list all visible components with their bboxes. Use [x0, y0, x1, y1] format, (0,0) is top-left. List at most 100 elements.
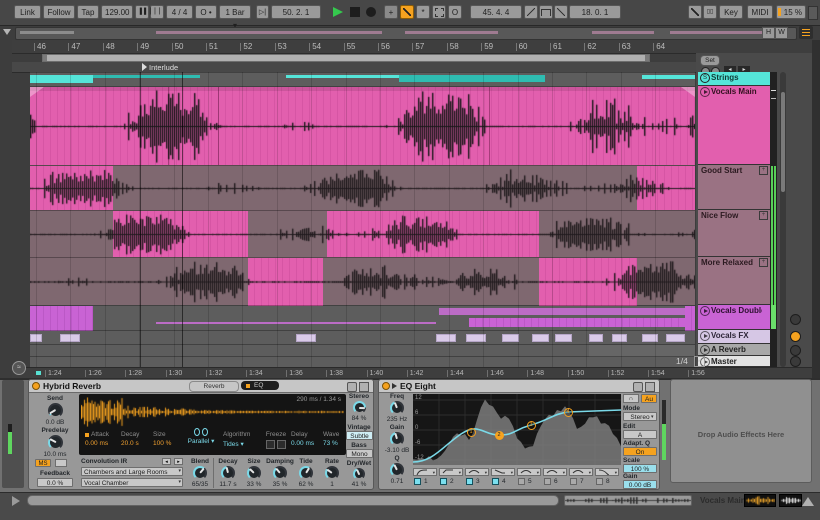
clip-vocals-doubled[interactable] [438, 308, 556, 315]
key-map-button[interactable]: Key [719, 5, 743, 19]
add-locator-icon[interactable]: + [384, 5, 398, 19]
take-lane-icon[interactable]: + [759, 166, 768, 175]
follow-playhead-icon[interactable]: ▷| [256, 5, 269, 19]
hybrid-knob-damping-knob[interactable] [273, 466, 287, 480]
clip-vocals-fx[interactable] [532, 334, 549, 342]
clip-strings[interactable] [93, 75, 200, 78]
follow-button[interactable]: Follow [43, 5, 75, 19]
band-toggle-3[interactable] [466, 478, 473, 485]
track-play-icon[interactable] [700, 331, 710, 341]
device-fold-icon[interactable] [392, 383, 397, 389]
eq-band-handle-3[interactable]: 3 [526, 420, 536, 430]
arrangement-overview[interactable] [15, 27, 797, 40]
headphone-audition-icon[interactable]: ∩ [623, 394, 639, 403]
punch-in-icon[interactable] [524, 5, 538, 19]
lane-vocals-main[interactable] [30, 86, 695, 166]
wave-param[interactable]: Wave 73 % [323, 431, 346, 447]
band-toggle-2[interactable] [440, 478, 447, 485]
track-header-vocals-doubled[interactable]: Vocals Doubled [698, 305, 770, 330]
routing-value[interactable]: Parallel ▾ [188, 437, 215, 445]
band-filter-menu-4[interactable]: ▾ [491, 468, 515, 476]
clip-vocals-fx[interactable] [666, 334, 685, 342]
device-title-bar[interactable]: Hybrid Reverb Reverb EQ [29, 380, 373, 393]
play-button[interactable] [333, 7, 343, 17]
computer-midi-keyboard-icon[interactable]: ▯▯ [703, 5, 717, 19]
loop-switch-icon[interactable] [539, 5, 553, 19]
eq-band-handle-4[interactable]: 4 [563, 407, 573, 417]
clip-vocals-doubled[interactable] [156, 322, 436, 324]
mixer-toggle-icon[interactable] [799, 26, 813, 39]
arrangement-lanes[interactable] [30, 72, 695, 367]
nudge-down-icon[interactable]: ▐▐ [135, 5, 149, 19]
ms-button[interactable]: MS [35, 459, 51, 467]
hybrid-knob-rate-knob[interactable] [325, 466, 339, 480]
hybrid-knob-tide-knob[interactable] [299, 466, 313, 480]
hybrid-knob-decay-knob[interactable] [221, 466, 235, 480]
band-filter-menu-2[interactable]: ▾ [439, 468, 463, 476]
stop-button[interactable] [350, 7, 360, 17]
device-power-icon[interactable] [32, 382, 40, 390]
zoom-width-button[interactable]: W [775, 27, 788, 39]
groove-amount-field[interactable]: O • [195, 5, 217, 19]
automation-mode-icon[interactable]: * [416, 5, 430, 19]
ir-next-button[interactable]: ▸ [174, 458, 183, 465]
wrench-icon[interactable] [347, 382, 357, 392]
hybrid-send-knob[interactable] [47, 403, 63, 418]
device-chain-handle[interactable] [2, 380, 24, 488]
save-preset-icon[interactable] [645, 382, 655, 392]
freeze-icon-button[interactable] [55, 459, 67, 467]
track-header-a-reverb[interactable]: A Reverb [698, 344, 770, 356]
band-filter-menu-5[interactable]: ▾ [517, 468, 541, 476]
back-to-arrangement-icon[interactable]: ≈ [12, 361, 26, 375]
attack-param[interactable]: Attack 0.00 ms [85, 431, 117, 447]
wave-param-value[interactable]: 73 % [323, 440, 338, 447]
algorithm-param[interactable]: Algorithm Tides ▾ [223, 431, 261, 448]
ir-category-menu[interactable]: Chambers and Large Rooms [81, 467, 183, 476]
ir-file-menu[interactable]: Vocal Chamber [81, 478, 183, 487]
loop-brace[interactable] [42, 54, 650, 62]
status-play-icon[interactable] [12, 496, 20, 506]
time-signature-field[interactable]: 4 / 4 [166, 5, 193, 19]
clip-preview-thumb[interactable] [744, 494, 776, 507]
band-toggle-1[interactable] [414, 478, 421, 485]
loop-start-field[interactable]: 45. 4. 4 [470, 5, 522, 19]
edit-ab-button[interactable]: A [623, 430, 657, 439]
eq-band-handle-1[interactable]: 1 [466, 427, 476, 437]
decay-display-param[interactable]: Decay 20.0 s [121, 431, 149, 447]
lane-master[interactable] [30, 356, 695, 367]
track-play-icon[interactable] [700, 345, 710, 355]
vertical-scrollbar[interactable] [780, 72, 786, 367]
clip-vocals-doubled[interactable] [685, 306, 695, 331]
midi-map-button[interactable]: MIDI [747, 5, 773, 19]
grid-resolution-menu[interactable]: ▸ [694, 356, 705, 367]
save-preset-icon[interactable] [359, 382, 369, 392]
tab-eq[interactable]: EQ [241, 381, 279, 390]
hybrid-stereo-knob[interactable] [352, 401, 366, 414]
lane-vocals-fx[interactable] [30, 330, 695, 344]
decay-display-param-value[interactable]: 20.0 s [121, 440, 139, 447]
freeze-button[interactable] [277, 440, 286, 449]
track-header-vocals-fx[interactable]: Vocals FX [698, 330, 770, 344]
hybrid-knob-blend-knob[interactable] [193, 466, 207, 480]
vintage-menu[interactable]: Subtle [346, 431, 373, 440]
track-play-icon[interactable] [700, 306, 710, 316]
zoom-height-button[interactable]: H [762, 27, 775, 39]
record-button[interactable] [366, 7, 376, 17]
clip-vocals-fx[interactable] [588, 334, 604, 342]
hybrid-knob-size-knob[interactable] [247, 466, 261, 480]
take-lane-icon[interactable]: + [759, 211, 768, 220]
clip-vocals-fx[interactable] [555, 334, 572, 342]
loop-length-field[interactable]: 18. 0. 1 [569, 5, 621, 19]
clip-vocals-main[interactable] [30, 87, 695, 166]
set-locator-button[interactable]: Set [700, 55, 720, 66]
band-filter-menu-3[interactable]: ▾ [465, 468, 489, 476]
clip-vocals-fx[interactable] [611, 334, 627, 342]
track-header-good-start[interactable]: Good Start + [698, 165, 770, 210]
eq-band-handle-2[interactable]: 2 [494, 430, 504, 440]
clip-vocals-fx[interactable] [435, 334, 456, 342]
link-button[interactable]: Link [14, 5, 41, 19]
track-header-nice-flow[interactable]: Nice Flow + [698, 210, 770, 257]
bass-mono-button[interactable]: Mono [346, 449, 373, 458]
audition-button[interactable] [790, 331, 801, 342]
show-hide-panel-icon[interactable] [802, 497, 814, 506]
